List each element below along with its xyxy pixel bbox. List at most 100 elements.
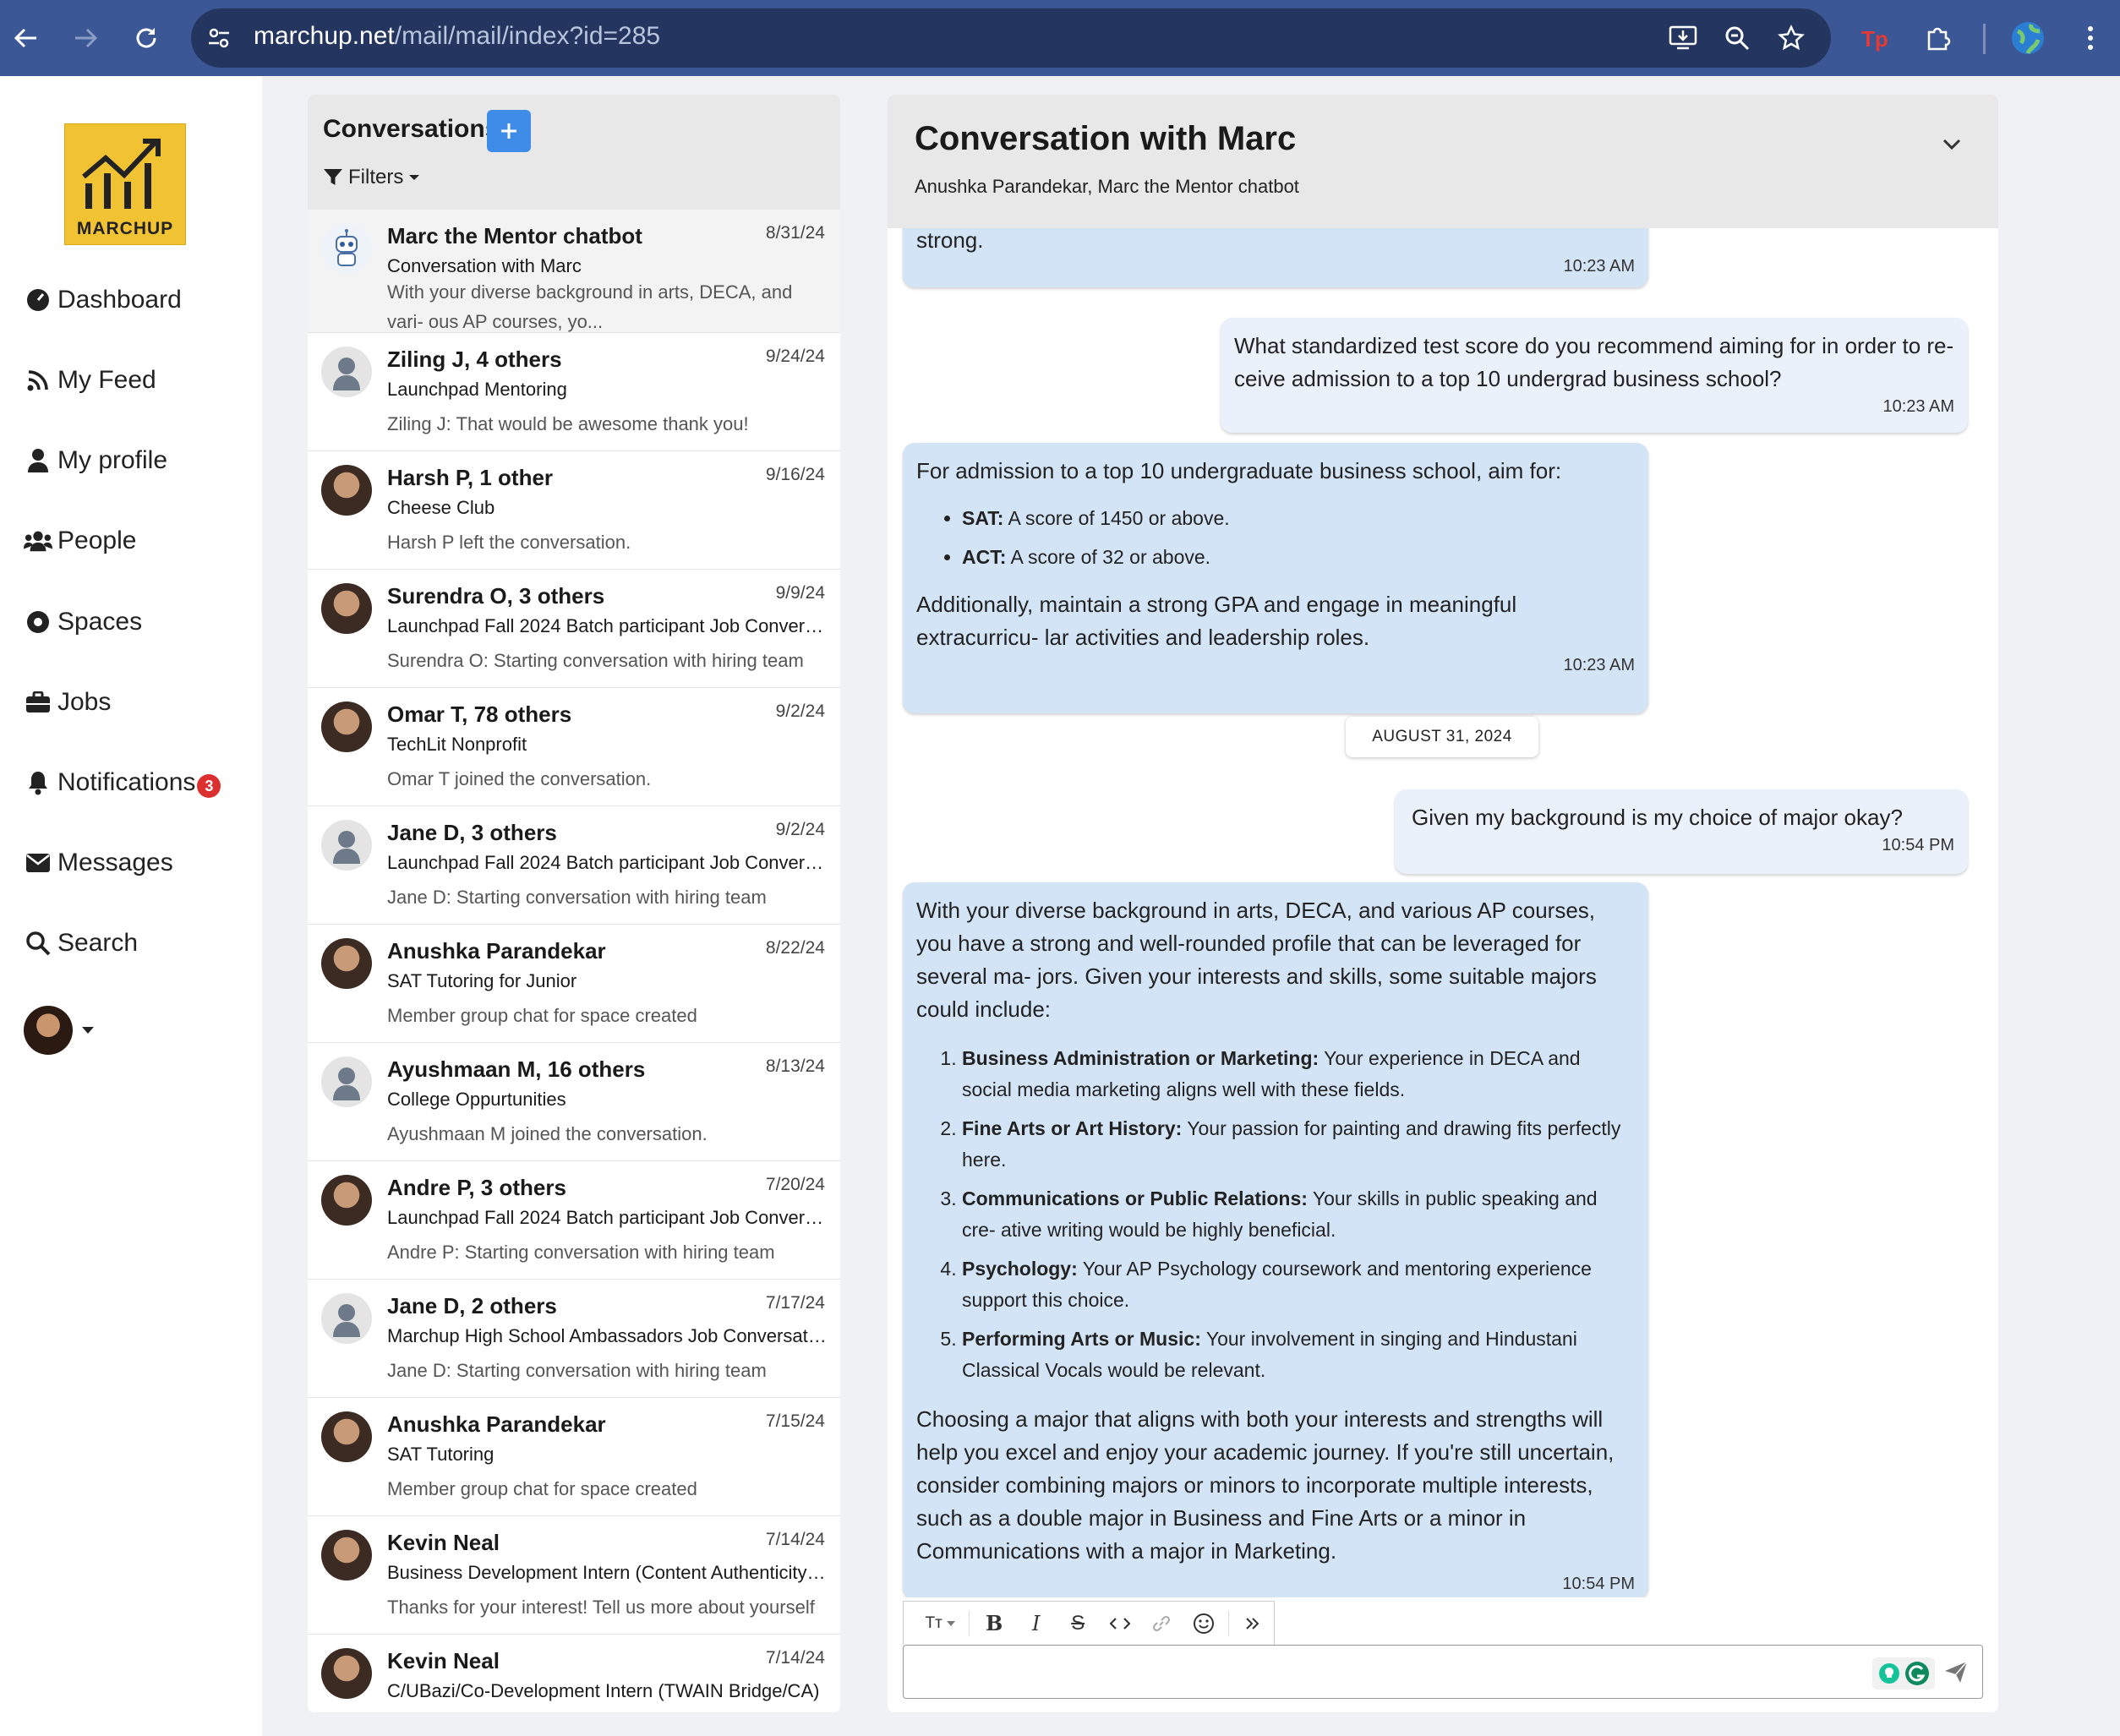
sidebar-item-notifications[interactable]: Notifications 3 (24, 759, 221, 806)
conversation-item[interactable]: Jane D, 2 others 7/17/24 Marchup High Scho… (308, 1280, 840, 1398)
emoji-button[interactable] (1183, 1607, 1225, 1640)
date-separator: AUGUST 31, 2024 (1346, 717, 1538, 757)
message-input[interactable] (903, 1645, 1983, 1699)
sidebar-item-label: Dashboard (57, 286, 182, 314)
conversation-date: 7/15/24 (765, 1411, 825, 1431)
avatar (321, 465, 372, 516)
left-sidebar: MARCHUP Dashboard My Feed My profile Peo… (0, 76, 262, 1736)
zoom-icon[interactable] (1718, 19, 1757, 57)
growth-chart-icon (82, 139, 161, 209)
conversations-title: Conversations (323, 115, 500, 143)
conversation-date: 8/22/24 (765, 938, 825, 958)
notification-count-badge: 3 (197, 774, 221, 798)
extensions-puzzle-icon[interactable] (1919, 19, 1958, 57)
grammarly-icon (1905, 1662, 1929, 1685)
sidebar-item-label: My profile (57, 446, 168, 474)
chevron-down-icon[interactable] (1939, 132, 1964, 157)
user-icon (24, 446, 52, 475)
conversation-date: 9/16/24 (765, 465, 825, 484)
back-arrow-icon[interactable] (7, 19, 46, 57)
profile-globe-icon[interactable] (2008, 19, 2047, 57)
sidebar-item-label: Spaces (57, 608, 143, 636)
sidebar-item-label: People (57, 527, 137, 554)
sidebar-item-my-profile[interactable]: My profile (24, 437, 167, 484)
conversation-item[interactable]: Anushka Parandekar 7/15/24 SAT Tutoring Mem… (308, 1398, 840, 1516)
new-conversation-button[interactable] (487, 110, 531, 152)
toolbar-divider (1983, 24, 1986, 54)
conversation-item[interactable]: Ziling J, 4 others 9/24/24 Launchpad Mento… (308, 333, 840, 451)
chat-title: Conversation with Marc (915, 120, 1297, 157)
browser-menu-icon[interactable] (2071, 19, 2110, 57)
code-button[interactable] (1099, 1607, 1141, 1640)
conversation-item[interactable]: Kevin Neal 7/14/24 C/UBazi/Co-Development … (308, 1635, 840, 1712)
sidebar-item-spaces[interactable]: Spaces (24, 598, 142, 646)
conversation-item[interactable]: Andre P, 3 others 7/20/24 Launchpad Fall 2… (308, 1161, 840, 1280)
user-menu[interactable] (24, 1006, 95, 1055)
browser-toolbar: marchup.net/mail/mail/index?id=285 Tp (0, 0, 2120, 76)
sidebar-item-search[interactable]: Search (24, 920, 138, 967)
conversation-item[interactable]: Ayushmaan M, 16 others 8/13/24 College Opp… (308, 1043, 840, 1161)
filters-dropdown[interactable]: Filters (323, 166, 420, 189)
avatar (321, 1648, 372, 1699)
sidebar-item-dashboard[interactable]: Dashboard (24, 276, 182, 324)
sidebar-item-messages[interactable]: Messages (24, 839, 173, 887)
strikethrough-button[interactable]: S (1057, 1607, 1099, 1640)
more-options-button[interactable] (1232, 1607, 1274, 1640)
link-button[interactable] (1140, 1607, 1183, 1640)
marchup-logo[interactable]: MARCHUP (64, 123, 186, 245)
conversation-item[interactable]: Harsh P, 1 other 9/16/24 Cheese Club Harsh … (308, 451, 840, 570)
bold-button[interactable]: B (973, 1607, 1015, 1640)
message-thread[interactable]: strong. 10:23 AM What standardized test … (888, 228, 1998, 1597)
reload-icon[interactable] (127, 19, 166, 57)
conversations-panel: Conversations Filters Marc the Mentor ch… (308, 95, 840, 1712)
link-icon (1153, 1615, 1171, 1631)
message-text: Choosing a major that aligns with both y… (916, 1406, 1615, 1564)
bot-message: With your diverse background in arts, DE… (903, 882, 1648, 1597)
rss-icon (24, 366, 52, 395)
lightbulb-icon (1879, 1663, 1899, 1684)
sidebar-item-people[interactable]: People (24, 517, 136, 565)
forward-arrow-icon[interactable] (66, 19, 105, 57)
conversation-preview: Surendra O: Starting conversation with h… (387, 650, 804, 671)
filters-label: Filters (348, 166, 404, 188)
conversation-item[interactable]: Surendra O, 3 others 9/9/24 Launchpad Fall… (308, 570, 840, 688)
conversations-header: Conversations Filters (308, 95, 840, 210)
sidebar-item-label: Search (57, 929, 139, 957)
conversation-name: Kevin Neal (387, 1530, 500, 1555)
site-settings-icon[interactable] (199, 19, 238, 57)
send-button[interactable] (1935, 1651, 1977, 1693)
conversation-date: 7/17/24 (765, 1293, 825, 1313)
conversation-item[interactable]: Omar T, 78 others 9/2/24 TechLit Nonprofit… (308, 688, 840, 806)
grammarly-widget[interactable] (1872, 1657, 1935, 1690)
sidebar-item-jobs[interactable]: Jobs (24, 679, 111, 726)
tp-extension-icon[interactable]: Tp (1856, 19, 1895, 57)
italic-button[interactable]: I (1015, 1607, 1057, 1640)
conversation-preview: Member group chat for space created (387, 1005, 697, 1026)
conversation-item[interactable]: Marc the Mentor chatbot 8/31/24 Conversati… (308, 210, 840, 333)
conversation-item[interactable]: Kevin Neal 7/14/24 Business Development In… (308, 1516, 840, 1635)
filter-icon (324, 169, 342, 185)
conversation-date: 7/14/24 (765, 1530, 825, 1549)
user-message: Given my background is my choice of majo… (1395, 789, 1968, 874)
message-time: 10:23 AM (1563, 656, 1635, 674)
conversation-item[interactable]: Anushka Parandekar 8/22/24 SAT Tutoring fo… (308, 925, 840, 1043)
caret-down-icon (409, 175, 420, 180)
sidebar-item-label: Notifications (57, 768, 196, 796)
editor-toolbar: Tт B I S (903, 1601, 1275, 1645)
avatar (321, 1411, 372, 1462)
message-text: Additionally, maintain a strong GPA and … (916, 592, 1517, 650)
caret-down-icon (82, 1027, 94, 1034)
conversation-subject: SAT Tutoring for Junior (387, 970, 577, 991)
avatar (321, 1293, 372, 1344)
conversation-subject: Launchpad Fall 2024 Batch participant Jo… (387, 1207, 827, 1228)
bookmark-star-icon[interactable] (1772, 19, 1811, 57)
text-size-button[interactable]: Tт (915, 1607, 965, 1640)
conversation-item[interactable]: Jane D, 3 others 9/2/24 Launchpad Fall 202… (308, 806, 840, 925)
sidebar-item-label: My Feed (57, 366, 156, 394)
chat-participants: Anushka Parandekar, Marc the Mentor chat… (915, 176, 1299, 197)
user-message: What standardized test score do you reco… (1221, 318, 1968, 433)
sidebar-item-label: Jobs (57, 688, 112, 716)
avatar (321, 820, 372, 871)
sidebar-item-my-feed[interactable]: My Feed (24, 357, 156, 404)
install-app-icon[interactable] (1664, 19, 1702, 57)
